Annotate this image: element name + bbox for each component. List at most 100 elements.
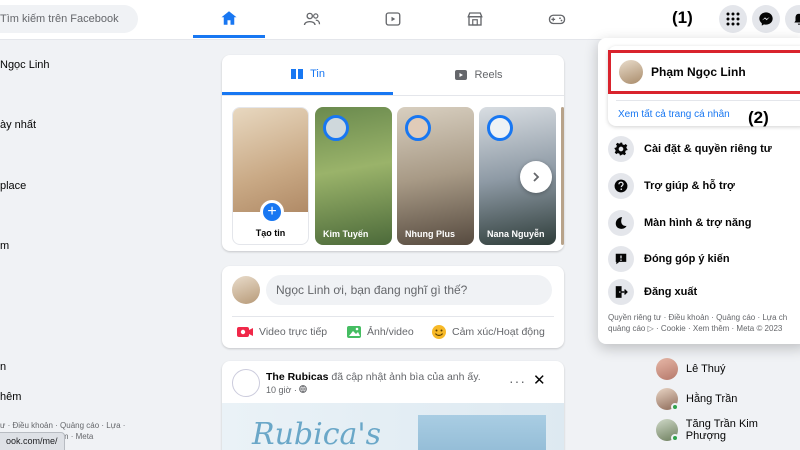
feeling-activity-button[interactable]: Cảm xúc/Hoạt động: [431, 321, 545, 343]
menu-item-logout[interactable]: Đăng xuất: [608, 277, 800, 307]
post-composer: Ngọc Linh ơi, bạn đang nghĩ gì thế? Vide…: [222, 266, 564, 348]
contact-name: Tăng Trần Kim Phượng: [685, 418, 758, 442]
story-card[interactable]: Kim Tuyến: [315, 107, 392, 245]
nav-tab-gaming[interactable]: [521, 0, 593, 38]
post-image-text: Rubica's: [252, 417, 382, 450]
chevron-right-icon: [533, 172, 540, 182]
menu-item-settings[interactable]: Cài đặt & quyền riêng tư: [608, 134, 800, 164]
contact-name: Lê Thuý: [686, 363, 726, 375]
online-indicator: [671, 403, 679, 411]
status-bar-url: ook.com/me/: [0, 432, 65, 450]
notifications-button[interactable]: [785, 5, 800, 33]
status-input[interactable]: Ngọc Linh ơi, bạn đang nghĩ gì thế?: [266, 275, 552, 305]
sidebar-item-recent[interactable]: ày nhất: [0, 119, 36, 131]
contact-item[interactable]: Hằng Trần: [656, 388, 738, 411]
story-card[interactable]: Nhung Plus: [397, 107, 474, 245]
nav-tab-friends[interactable]: [276, 0, 348, 38]
reels-icon: [455, 70, 468, 80]
gaming-icon: [548, 14, 566, 25]
account-menu: Phạm Ngọc Linh Xem tất cả trang cá nhân …: [598, 38, 800, 344]
post-header: The Rubicas đã cập nhật ảnh bìa của anh …: [266, 371, 481, 383]
friends-icon: [303, 12, 321, 26]
smiley-icon: [432, 325, 446, 339]
tab-reels-label: Reels: [474, 69, 503, 81]
story-card-partial[interactable]: [561, 107, 564, 245]
book-icon: [291, 68, 304, 79]
messenger-button[interactable]: [752, 5, 780, 33]
sidebar-item-marketplace[interactable]: place: [0, 180, 26, 192]
nav-tab-marketplace[interactable]: [439, 0, 511, 38]
photo-video-label: Ảnh/video: [367, 326, 414, 338]
story-name: Kim Tuyến: [323, 229, 369, 239]
profile-card: Phạm Ngọc Linh Xem tất cả trang cá nhân: [608, 46, 800, 126]
nav-tab-watch[interactable]: [357, 0, 429, 38]
post-image-photo: [418, 415, 546, 450]
online-indicator: [670, 434, 679, 442]
menu-item-label: Trợ giúp & hỗ trợ: [644, 180, 735, 192]
annotation-label-1: (1): [672, 8, 693, 27]
create-story-photo: [233, 108, 308, 212]
contact-name: Hằng Trần: [686, 393, 738, 405]
menu-footer-line-2[interactable]: quảng cáo ▷ · Cookie · Xem thêm · Meta ©…: [608, 323, 800, 334]
composer-divider: [232, 316, 554, 317]
post-time[interactable]: 10 giờ ·: [266, 385, 297, 395]
contact-item[interactable]: Lê Thuý: [656, 358, 726, 380]
annotation-label-2: (2): [748, 108, 769, 127]
tab-stories-label: Tin: [310, 67, 325, 80]
menu-grid-button[interactable]: [719, 5, 747, 33]
sidebar-item-see-more[interactable]: hêm: [0, 391, 21, 403]
live-video-button[interactable]: Video trực tiếp: [236, 321, 327, 343]
menu-item-label: Cài đặt & quyền riêng tư: [644, 143, 772, 155]
question-icon: [608, 173, 634, 199]
menu-footer-links[interactable]: Quyền riêng tư · Điều khoản · Quảng cáo …: [608, 312, 800, 334]
menu-item-label: Màn hình & trợ năng: [644, 217, 752, 229]
marketplace-icon: [467, 12, 483, 26]
post-author[interactable]: The Rubicas: [266, 371, 328, 383]
avatar: [656, 419, 679, 442]
story-name: Nhung Plus: [405, 229, 455, 239]
story-avatar: [323, 115, 349, 141]
search-input[interactable]: Tìm kiếm trên Facebook: [0, 5, 138, 33]
profile-switch-item[interactable]: Phạm Ngọc Linh: [608, 50, 800, 94]
menu-item-feedback[interactable]: Đóng góp ý kiến: [608, 244, 800, 274]
story-name: Nana Nguyễn: [487, 229, 545, 239]
sidebar-item-profile[interactable]: Ngọc Linh: [0, 59, 50, 71]
menu-item-label: Đóng góp ý kiến: [644, 253, 730, 265]
nav-tab-home[interactable]: [193, 0, 265, 38]
feeling-activity-label: Cảm xúc/Hoạt động: [452, 326, 545, 338]
create-story-card[interactable]: + Tạo tin: [232, 107, 309, 245]
post-more-button[interactable]: ···: [509, 373, 526, 389]
globe-icon: [299, 385, 308, 393]
profile-name: Phạm Ngọc Linh: [651, 65, 746, 79]
stories-next-button[interactable]: [520, 161, 552, 193]
menu-item-help[interactable]: Trợ giúp & hỗ trợ: [608, 171, 800, 201]
grid-icon: [726, 12, 740, 26]
post-action-text: đã cập nhật ảnh bìa của anh ấy.: [331, 371, 481, 383]
live-video-label: Video trực tiếp: [259, 326, 328, 338]
top-navigation-bar: Tìm kiếm trên Facebook (1): [0, 0, 800, 40]
photo-video-button[interactable]: Ảnh/video: [346, 321, 414, 343]
contact-item[interactable]: Tăng Trần Kim Phượng: [656, 418, 800, 442]
post-close-button[interactable]: ✕: [533, 371, 546, 389]
profile-divider: [616, 100, 800, 101]
home-icon: [221, 10, 237, 25]
story-avatar: [487, 115, 513, 141]
live-video-icon: [237, 327, 253, 337]
post-image[interactable]: Rubica's: [222, 403, 564, 450]
see-all-profiles-link[interactable]: Xem tất cả trang cá nhân: [618, 109, 730, 120]
tab-stories[interactable]: Tin: [222, 55, 393, 95]
sidebar-item-4[interactable]: m: [0, 240, 9, 252]
logout-icon: [608, 279, 634, 305]
story-avatar: [405, 115, 431, 141]
post-meta: 10 giờ ·: [266, 385, 308, 395]
menu-footer-line-1[interactable]: Quyền riêng tư · Điều khoản · Quảng cáo …: [608, 312, 800, 323]
tab-reels[interactable]: Reels: [393, 55, 564, 95]
sidebar-item-5[interactable]: n: [0, 361, 6, 373]
moon-icon: [608, 210, 634, 236]
avatar[interactable]: [232, 369, 260, 397]
menu-item-display[interactable]: Màn hình & trợ năng: [608, 208, 800, 238]
create-story-label: Tạo tin: [255, 228, 286, 238]
avatar[interactable]: [232, 276, 260, 304]
plus-icon: +: [260, 200, 284, 224]
feed-post: The Rubicas đã cập nhật ảnh bìa của anh …: [222, 361, 564, 450]
